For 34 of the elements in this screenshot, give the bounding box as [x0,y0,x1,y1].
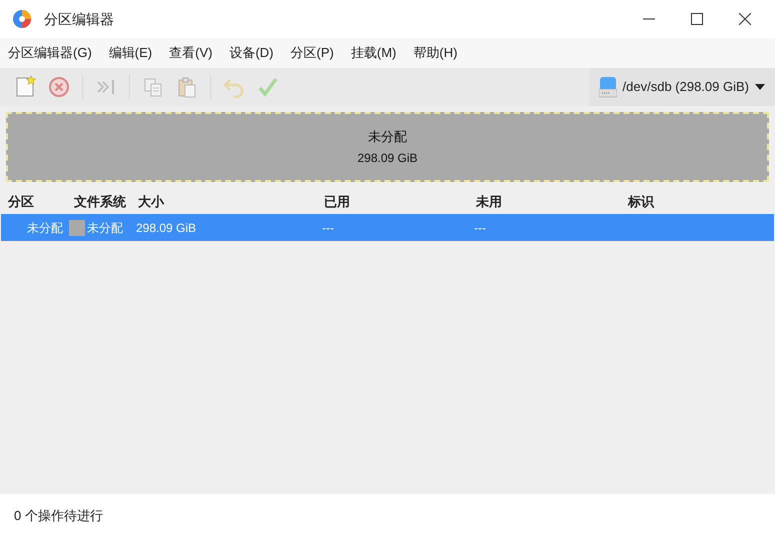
table-cell-text: --- [474,220,486,236]
menu-item[interactable]: 分区(P) [286,43,338,63]
column-header[interactable]: 大小 [138,194,164,210]
column-header[interactable]: 已用 [324,194,350,210]
status-text: 0 个操作待进行 [14,507,103,526]
menu-item[interactable]: 挂载(M) [346,43,400,63]
delete-icon [48,76,70,98]
clipboard-icon [176,76,198,98]
copy-icon [142,76,164,98]
partition-name: 未分配 [368,128,407,146]
menu-item[interactable]: 帮助(H) [409,43,462,63]
table-cell-text: 未分配 [27,220,63,236]
column-header[interactable]: 标识 [628,194,654,210]
undo-icon [222,76,246,98]
partition-size: 298.09 GiB [357,150,418,168]
menu-item[interactable]: 设备(D) [225,43,278,63]
checkmark-icon [257,76,279,98]
table-cell-text: 298.09 GiB [136,220,196,236]
close-icon [739,13,751,25]
menu-item[interactable]: 编辑(E) [104,43,156,63]
drive-icon [598,76,617,98]
table-cell-text: --- [322,220,334,236]
column-header[interactable]: 分区 [8,194,34,210]
column-header[interactable]: 未用 [476,194,502,210]
menu-item[interactable]: 分区编辑器(G) [4,43,96,63]
menu-item[interactable]: 查看(V) [165,43,216,63]
column-header[interactable]: 文件系统 [74,194,126,210]
table-cell-text: 未分配 [87,220,123,236]
app-logo-icon [12,9,32,29]
window-title: 分区编辑器 [44,10,114,28]
device-selector[interactable]: /dev/sdb (298.09 GiB) [588,68,775,106]
dropdown-arrow-icon [755,84,765,90]
maximize-icon [691,13,703,25]
partition-map-block[interactable]: 未分配 298.09 GiB [6,112,769,182]
